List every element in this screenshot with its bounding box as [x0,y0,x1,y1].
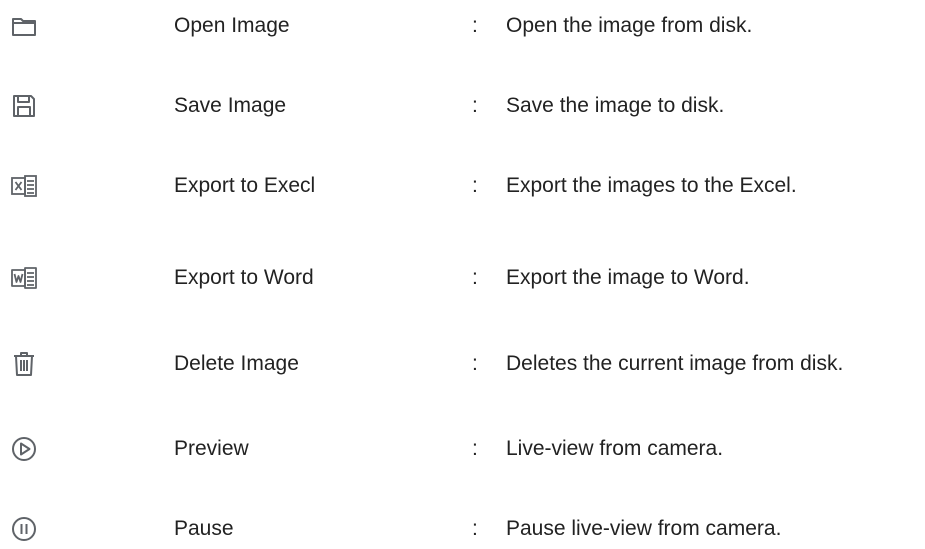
delete-image-label: Delete Image [174,352,299,375]
export-word-description: Export the image to Word. [506,266,750,289]
floppy-disk-icon[interactable] [10,92,38,120]
export-excel-description: Export the images to the Excel. [506,174,797,197]
row-delete-image: Delete Image : Deletes the current image… [0,344,925,384]
export-excel-label: Export to Execl [174,174,316,197]
separator-colon: : [472,94,478,117]
open-image-label: Open Image [174,14,290,37]
word-icon[interactable] [10,264,38,292]
pause-description: Pause live-view from camera. [506,517,782,540]
delete-image-description: Deletes the current image from disk. [506,352,844,375]
preview-description: Live-view from camera. [506,437,724,460]
open-image-description: Open the image from disk. [506,14,753,37]
save-image-label: Save Image [174,94,287,117]
play-circle-icon[interactable] [10,435,38,463]
trash-icon[interactable] [10,350,38,378]
pause-circle-icon[interactable] [10,515,38,543]
row-export-word: Export to Word : Export the image to Wor… [0,258,925,298]
separator-colon: : [472,174,478,197]
separator-colon: : [472,437,478,460]
pause-label: Pause [174,517,234,540]
preview-label: Preview [174,437,249,460]
separator-colon: : [472,352,478,375]
row-export-excel: Export to Execl : Export the images to t… [0,166,925,206]
row-save-image: Save Image : Save the image to disk. [0,86,925,126]
save-image-description: Save the image to disk. [506,94,725,117]
folder-open-icon[interactable] [10,12,38,40]
row-preview: Preview : Live-view from camera. [0,429,925,469]
export-word-label: Export to Word [174,266,314,289]
separator-colon: : [472,14,478,37]
separator-colon: : [472,517,478,540]
row-pause: Pause : Pause live-view from camera. [0,509,925,549]
separator-colon: : [472,266,478,289]
row-open-image: Open Image : Open the image from disk. [0,6,925,46]
excel-icon[interactable] [10,172,38,200]
